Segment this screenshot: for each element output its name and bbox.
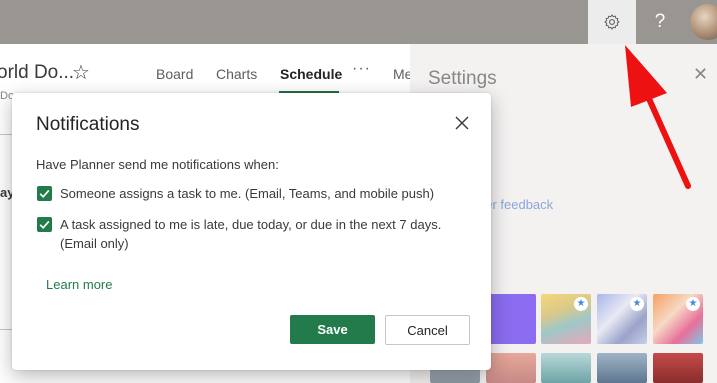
theme-tile-circuit[interactable] (541, 353, 591, 383)
theme-tile-ribbons[interactable]: ★ (597, 294, 647, 344)
checkbox-assigned[interactable] (37, 186, 52, 201)
dialog-intro: Have Planner send me notifications when: (36, 157, 279, 172)
option-due-label: A task assigned to me is late, due today… (60, 217, 442, 232)
dialog-title: Notifications (36, 114, 140, 135)
help-label: ? (654, 11, 666, 32)
gear-icon (604, 14, 620, 30)
tab-schedule[interactable]: Schedule (280, 66, 342, 82)
plan-title[interactable]: orld Do... (0, 62, 74, 84)
theme-tile-sunset[interactable] (486, 353, 536, 383)
theme-tile-lights[interactable] (653, 353, 703, 383)
checkmark-icon (39, 220, 50, 230)
checkbox-due[interactable] (37, 217, 52, 232)
star-badge-icon: ★ (630, 297, 644, 311)
checkmark-icon (39, 189, 50, 199)
divider (0, 329, 12, 330)
notifications-dialog: Notifications Have Planner send me notif… (12, 93, 491, 370)
theme-tile-rainbow[interactable]: ★ (541, 294, 591, 344)
close-icon[interactable]: ✕ (693, 64, 708, 85)
more-tabs-button[interactable]: ··· (352, 60, 371, 78)
option-assigned-label: Someone assigns a task to me. (Email, Te… (60, 186, 435, 201)
learn-more-link[interactable]: Learn more (46, 277, 112, 292)
theme-tile-purple[interactable] (486, 294, 536, 344)
star-badge-icon: ★ (574, 297, 588, 311)
cancel-button[interactable]: Cancel (385, 315, 470, 345)
close-icon[interactable] (451, 112, 473, 134)
star-badge-icon: ★ (686, 297, 700, 311)
settings-title: Settings (428, 68, 497, 89)
option-due-label-line2: (Email only) (60, 236, 129, 251)
help-button[interactable]: ? (642, 0, 678, 44)
star-icon[interactable]: ☆ (72, 60, 90, 85)
settings-button[interactable] (588, 0, 636, 44)
tab-charts[interactable]: Charts (216, 66, 257, 82)
divider (0, 134, 12, 135)
theme-tile-innovation[interactable] (597, 353, 647, 383)
tab-board[interactable]: Board (156, 66, 193, 82)
save-button[interactable]: Save (290, 315, 375, 344)
theme-tile-unicorn[interactable]: ★ (653, 294, 703, 344)
